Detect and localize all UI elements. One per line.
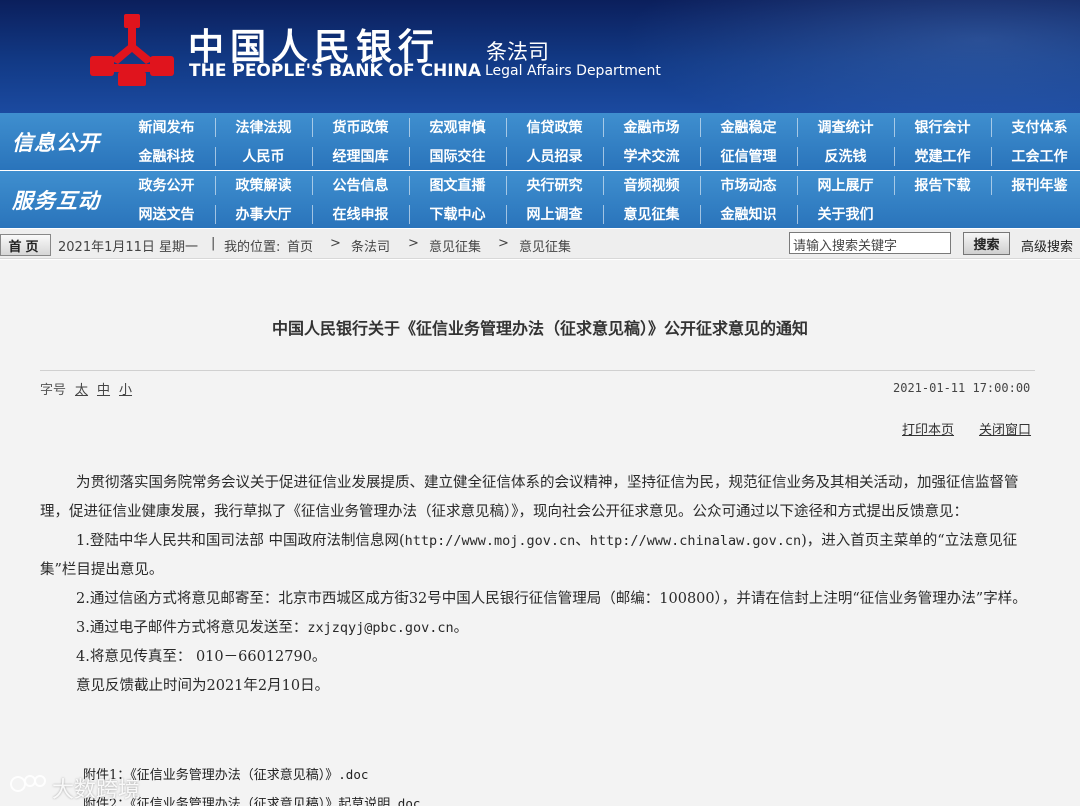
breadcrumb-arrow: > — [330, 236, 341, 251]
watermark-logo-icon — [10, 775, 46, 792]
nav-item[interactable]: 金融市场 — [603, 113, 700, 141]
close-window-link[interactable]: 关闭窗口 — [979, 419, 1031, 438]
nav-item[interactable]: 信贷政策 — [506, 113, 603, 141]
nav-item[interactable]: 支付体系 — [991, 113, 1080, 141]
nav-item[interactable]: 新闻发布 — [118, 113, 215, 141]
breadcrumb-legal-dept[interactable]: 条法司 — [351, 236, 390, 255]
publish-date: 2021-01-11 17:00:00 — [893, 381, 1031, 395]
item-1-sep: 、 — [575, 533, 590, 549]
nav-section-title-info: 信息公开 — [12, 129, 100, 155]
email-link[interactable]: zxjzqyj@pbc.gov.cn — [307, 620, 453, 636]
font-size-medium[interactable]: 中 — [97, 379, 110, 398]
nav-item[interactable]: 国际交往 — [409, 142, 506, 170]
nav-item[interactable]: 关于我们 — [797, 200, 894, 228]
nav-item[interactable]: 法律法规 — [215, 113, 312, 141]
breadcrumb-opinion[interactable]: 意见征集 — [429, 236, 481, 255]
nav-item[interactable]: 人员招录 — [506, 142, 603, 170]
nav-item[interactable]: 政策解读 — [215, 171, 312, 199]
home-button[interactable]: 首页 — [0, 234, 51, 256]
breadcrumb-arrow: > — [408, 236, 419, 251]
article-container: 中国人民银行关于《征信业务管理办法（征求意见稿）》公开征求意见的通知 字号 太 … — [0, 260, 1080, 806]
title-divider — [40, 370, 1035, 371]
font-size-large[interactable]: 太 — [75, 379, 88, 398]
nav-item[interactable]: 网上展厅 — [797, 171, 894, 199]
department-name-cn: 条法司 — [486, 40, 549, 64]
nav-item[interactable]: 政务公开 — [118, 171, 215, 199]
nav-item[interactable]: 征信管理 — [700, 142, 797, 170]
article-title: 中国人民银行关于《征信业务管理办法（征求意见稿）》公开征求意见的通知 — [271, 319, 808, 338]
advanced-search-link[interactable]: 高级搜索 — [1021, 236, 1073, 255]
nav-item[interactable]: 网上调查 — [506, 200, 603, 228]
item-1: 1.登陆中华人民共和国司法部 中国政府法制信息网(http://www.moj.… — [40, 527, 1035, 585]
nav-item[interactable]: 调查统计 — [797, 113, 894, 141]
nav-item[interactable]: 经理国库 — [312, 142, 409, 170]
breadcrumb-home[interactable]: 首页 — [287, 236, 313, 255]
header-decoration — [560, 0, 1080, 113]
nav-item[interactable]: 金融科技 — [118, 142, 215, 170]
department-name-en: Legal Affairs Department — [485, 63, 661, 79]
item-3-end: 。 — [453, 620, 469, 636]
deadline: 意见反馈截止时间为2021年2月10日。 — [76, 678, 330, 694]
nav-item[interactable]: 党建工作 — [894, 142, 991, 170]
site-header: 中国人民银行 THE PEOPLE'S BANK OF CHINA 条法司 Le… — [0, 0, 1080, 113]
font-size-label: 字号 — [40, 383, 67, 398]
nav-item[interactable]: 工会工作 — [991, 142, 1080, 170]
item-3-text: 3.通过电子邮件方式将意见发送至： — [76, 620, 308, 636]
separator: | — [211, 236, 216, 251]
nav-grid-service: 政务公开 政策解读 公告信息 图文直播 央行研究 音频视频 市场动态 网上展厅 … — [118, 171, 1080, 228]
nav-item[interactable]: 网送文告 — [118, 200, 215, 228]
nav-section-title-service: 服务互动 — [12, 187, 100, 213]
location-label: 我的位置: — [224, 240, 281, 255]
nav-item[interactable]: 公告信息 — [312, 171, 409, 199]
nav-item[interactable]: 人民币 — [215, 142, 312, 170]
attachment-2-ext: .doc — [390, 796, 421, 806]
current-date: 2021年1月11日 星期一 — [58, 240, 199, 255]
breadcrumb-arrow: > — [498, 236, 509, 251]
article-body: 为贯彻落实国务院常务会议关于促进征信业发展提质、建立健全征信体系的会议精神，坚持… — [40, 469, 1035, 701]
nav-item[interactable]: 图文直播 — [409, 171, 506, 199]
item-2: 2.通过信函方式将意见邮寄至：北京市西城区成方街32号中国人民银行征信管理局（邮… — [76, 591, 1027, 607]
nav-item[interactable]: 报刊年鉴 — [991, 171, 1080, 199]
nav-item[interactable]: 反洗钱 — [797, 142, 894, 170]
nav-item[interactable]: 货币政策 — [312, 113, 409, 141]
item-1-text: 1.登陆中华人民共和国司法部 中国政府法制信息网( — [76, 533, 405, 549]
nav-grid-info: 新闻发布 法律法规 货币政策 宏观审慎 信贷政策 金融市场 金融稳定 调查统计 … — [118, 113, 1080, 170]
nav-item[interactable]: 在线申报 — [312, 200, 409, 228]
print-link[interactable]: 打印本页 — [902, 419, 954, 438]
nav-item[interactable]: 金融知识 — [700, 200, 797, 228]
moj-url-link[interactable]: http://www.moj.gov.cn — [405, 533, 576, 549]
attachment-1-ext: .doc — [338, 767, 369, 782]
nav-section-info: 信息公开 新闻发布 法律法规 货币政策 宏观审慎 信贷政策 金融市场 金融稳定 … — [0, 113, 1080, 170]
search-button[interactable]: 搜索 — [963, 232, 1010, 255]
pboc-logo-icon[interactable] — [88, 12, 176, 88]
nav-item[interactable]: 市场动态 — [700, 171, 797, 199]
breadcrumb-bar: 首页 2021年1月11日 星期一 | 我的位置: 首页 > 条法司 > 意见征… — [0, 229, 1080, 259]
nav-item[interactable]: 音频视频 — [603, 171, 700, 199]
search-input[interactable]: 请输入搜索关键字 — [789, 232, 951, 254]
nav-item[interactable]: 下载中心 — [409, 200, 506, 228]
chinalaw-url-link[interactable]: http://www.chinalaw.gov.cn — [590, 533, 801, 549]
bank-name-en: THE PEOPLE'S BANK OF CHINA — [189, 61, 481, 81]
nav-item[interactable]: 学术交流 — [603, 142, 700, 170]
nav-item[interactable]: 银行会计 — [894, 113, 991, 141]
intro-paragraph: 为贯彻落实国务院常务会议关于促进征信业发展提质、建立健全征信体系的会议精神，坚持… — [40, 475, 1019, 520]
nav-item[interactable]: 报告下载 — [894, 171, 991, 199]
nav-item[interactable]: 宏观审慎 — [409, 113, 506, 141]
item-3: 3.通过电子邮件方式将意见发送至：zxjzqyj@pbc.gov.cn。 — [40, 614, 1035, 643]
nav-item[interactable]: 金融稳定 — [700, 113, 797, 141]
watermark-text: 大数跨境 — [52, 778, 141, 803]
item-4: 4.将意见传真至： 010－66012790。 — [76, 649, 327, 665]
main-navigation: 信息公开 新闻发布 法律法规 货币政策 宏观审慎 信贷政策 金融市场 金融稳定 … — [0, 113, 1080, 228]
nav-item[interactable]: 央行研究 — [506, 171, 603, 199]
nav-section-service: 服务互动 政务公开 政策解读 公告信息 图文直播 央行研究 音频视频 市场动态 … — [0, 171, 1080, 228]
nav-item[interactable]: 意见征集 — [603, 200, 700, 228]
nav-item[interactable]: 办事大厅 — [215, 200, 312, 228]
breadcrumb-current[interactable]: 意见征集 — [519, 236, 571, 255]
font-size-small[interactable]: 小 — [119, 379, 132, 398]
